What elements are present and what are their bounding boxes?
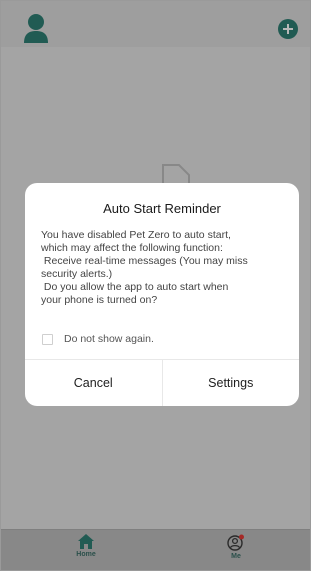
- dialog-message-line: security alerts.): [41, 268, 113, 280]
- do-not-show-again-option[interactable]: Do not show again.: [42, 333, 154, 345]
- dialog-message-line: your phone is turned on?: [41, 294, 158, 306]
- checkbox-label: Do not show again.: [64, 333, 154, 345]
- auto-start-dialog: Auto Start Reminder You have disabled Pe…: [25, 183, 299, 406]
- dialog-actions: Cancel Settings: [25, 359, 299, 406]
- app-screen: Home Me Auto Start Reminder You have dis…: [0, 0, 311, 571]
- dialog-message-line: which may affect the following function:: [41, 242, 223, 254]
- cancel-button[interactable]: Cancel: [25, 360, 162, 406]
- dialog-message: You have disabled Pet Zero to auto start…: [41, 229, 287, 307]
- dialog-message-line: You have disabled Pet Zero to auto start…: [41, 229, 231, 241]
- dialog-message-line: Do you allow the app to auto start when: [41, 281, 229, 293]
- do-not-show-again-checkbox[interactable]: [42, 333, 53, 345]
- settings-button[interactable]: Settings: [161, 360, 300, 406]
- dialog-title: Auto Start Reminder: [103, 201, 221, 216]
- dialog-message-line: Receive real-time messages (You may miss: [41, 255, 248, 267]
